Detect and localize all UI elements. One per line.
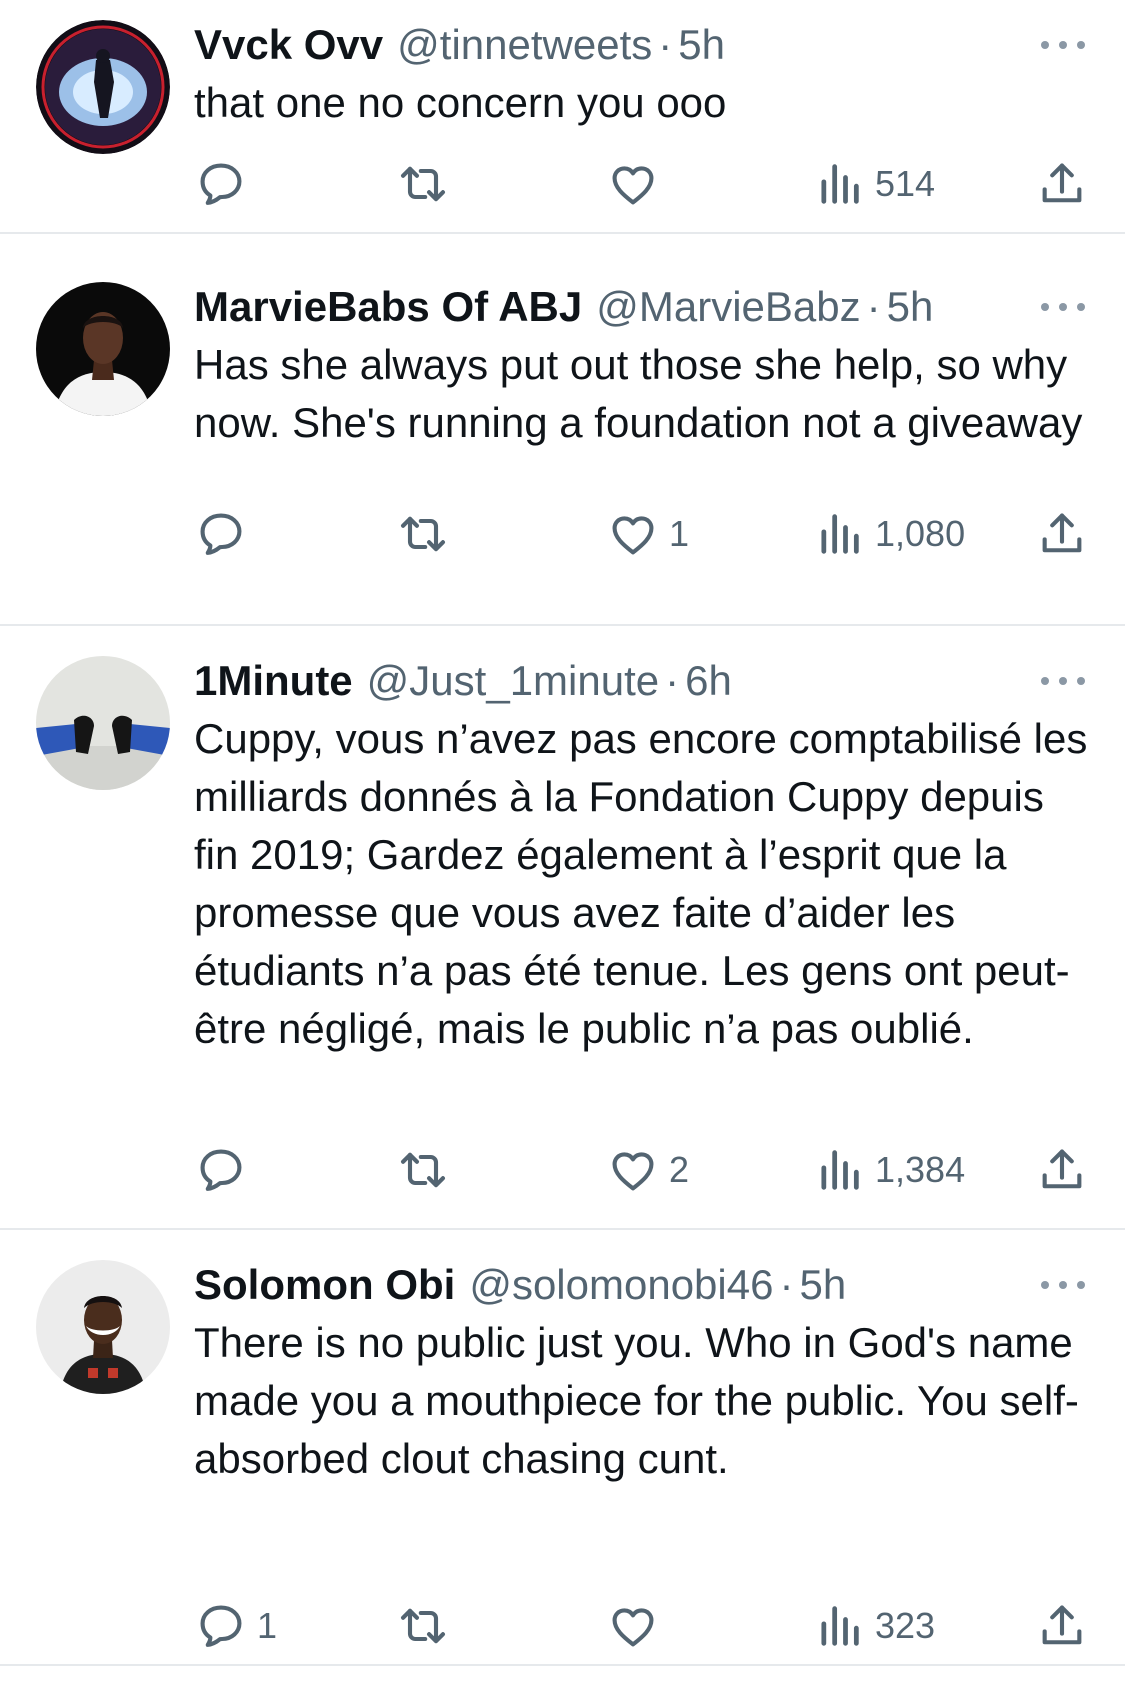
separator-dot: ·: [866, 283, 881, 330]
tweet-divider: [0, 232, 1125, 234]
retweet-button[interactable]: [397, 1142, 459, 1198]
reply-icon: [195, 508, 247, 560]
heart-icon: [607, 1600, 659, 1652]
heart-icon: [607, 1144, 659, 1196]
view-count: 514: [875, 163, 936, 204]
retweet-button[interactable]: [397, 1598, 459, 1654]
more-icon[interactable]: [1041, 674, 1085, 688]
timestamp[interactable]: 5h: [799, 1256, 846, 1314]
views-icon: [813, 508, 865, 560]
avatar[interactable]: [36, 656, 170, 790]
tweet-text: that one no concern you ooo: [194, 79, 727, 126]
reply-button[interactable]: [195, 506, 257, 562]
tweet-header: 1Minute @Just_1minute · 6h: [194, 652, 1045, 710]
display-name[interactable]: MarvieBabs Of ABJ: [194, 278, 582, 336]
reply-icon: [195, 158, 247, 210]
tweet-divider: [0, 1228, 1125, 1230]
tweet-header: MarvieBabs Of ABJ @MarvieBabz · 5h: [194, 278, 1045, 336]
views-button[interactable]: 323: [813, 1598, 935, 1654]
tweet-text: Has she always put out those she help, s…: [194, 341, 1083, 446]
display-name[interactable]: 1Minute: [194, 652, 353, 710]
user-handle[interactable]: @Just_1minute: [367, 652, 659, 710]
views-icon: [813, 158, 865, 210]
display-name[interactable]: Solomon Obi: [194, 1256, 455, 1314]
share-icon: [1036, 158, 1088, 210]
reply-count: 1: [257, 1605, 278, 1646]
tweet[interactable]: Solomon Obi @solomonobi46 · 5h There is …: [0, 1240, 1125, 1660]
tweet-text: There is no public just you. Who in God'…: [194, 1319, 1079, 1482]
user-handle[interactable]: @MarvieBabz: [596, 278, 860, 336]
like-button[interactable]: 1: [607, 506, 689, 562]
tweet[interactable]: Vvck Ovv @tinnetweets · 5h that one no c…: [0, 0, 1125, 232]
tweet-divider: [0, 1664, 1125, 1666]
views-button[interactable]: 1,080: [813, 506, 965, 562]
timestamp[interactable]: 5h: [887, 278, 934, 336]
action-bar: 514: [0, 156, 1125, 212]
view-count: 323: [875, 1605, 936, 1646]
user-handle[interactable]: @tinnetweets: [397, 16, 652, 74]
separator-dot: ·: [665, 657, 680, 704]
share-button[interactable]: [1036, 1598, 1088, 1654]
reply-button[interactable]: [195, 1142, 257, 1198]
like-button[interactable]: 2: [607, 1142, 689, 1198]
share-icon: [1036, 1600, 1088, 1652]
views-icon: [813, 1144, 865, 1196]
view-count: 1,384: [875, 1149, 966, 1190]
heart-icon: [607, 508, 659, 560]
tweet-text: Cuppy, vous n’avez pas encore comptabili…: [194, 715, 1088, 1052]
retweet-icon: [397, 158, 449, 210]
separator-dot: ·: [779, 1261, 794, 1308]
avatar[interactable]: [36, 20, 170, 154]
views-icon: [813, 1600, 865, 1652]
display-name[interactable]: Vvck Ovv: [194, 16, 383, 74]
like-count: 1: [669, 513, 690, 554]
like-button[interactable]: [607, 1598, 669, 1654]
like-button[interactable]: [607, 156, 669, 212]
heart-icon: [607, 158, 659, 210]
reply-button[interactable]: [195, 156, 257, 212]
tweet[interactable]: MarvieBabs Of ABJ @MarvieBabz · 5h Has s…: [0, 262, 1125, 580]
share-button[interactable]: [1036, 156, 1088, 212]
reply-button[interactable]: 1: [195, 1598, 277, 1654]
more-icon[interactable]: [1041, 300, 1085, 314]
tweet-header: Solomon Obi @solomonobi46 · 5h: [194, 1256, 1045, 1314]
retweet-icon: [397, 508, 449, 560]
views-button[interactable]: 514: [813, 156, 935, 212]
views-button[interactable]: 1,384: [813, 1142, 965, 1198]
action-bar: 2 1,384: [0, 1142, 1125, 1198]
avatar[interactable]: [36, 1260, 170, 1394]
retweet-icon: [397, 1144, 449, 1196]
tweet[interactable]: 1Minute @Just_1minute · 6h Cuppy, vous n…: [0, 636, 1125, 1216]
share-button[interactable]: [1036, 506, 1088, 562]
reply-icon: [195, 1144, 247, 1196]
timestamp[interactable]: 6h: [685, 652, 732, 710]
reply-icon: [195, 1600, 247, 1652]
avatar[interactable]: [36, 282, 170, 416]
view-count: 1,080: [875, 513, 966, 554]
separator-dot: ·: [658, 21, 673, 68]
retweet-button[interactable]: [397, 156, 459, 212]
tweet-divider: [0, 624, 1125, 626]
tweet-header: Vvck Ovv @tinnetweets · 5h: [194, 16, 1045, 74]
action-bar: 1 323: [0, 1598, 1125, 1654]
retweet-button[interactable]: [397, 506, 459, 562]
timestamp[interactable]: 5h: [678, 16, 725, 74]
user-handle[interactable]: @solomonobi46: [469, 1256, 773, 1314]
share-button[interactable]: [1036, 1142, 1088, 1198]
more-icon[interactable]: [1041, 1278, 1085, 1292]
share-icon: [1036, 508, 1088, 560]
like-count: 2: [669, 1149, 690, 1190]
action-bar: 1 1,080: [0, 506, 1125, 562]
more-icon[interactable]: [1041, 38, 1085, 52]
retweet-icon: [397, 1600, 449, 1652]
share-icon: [1036, 1144, 1088, 1196]
